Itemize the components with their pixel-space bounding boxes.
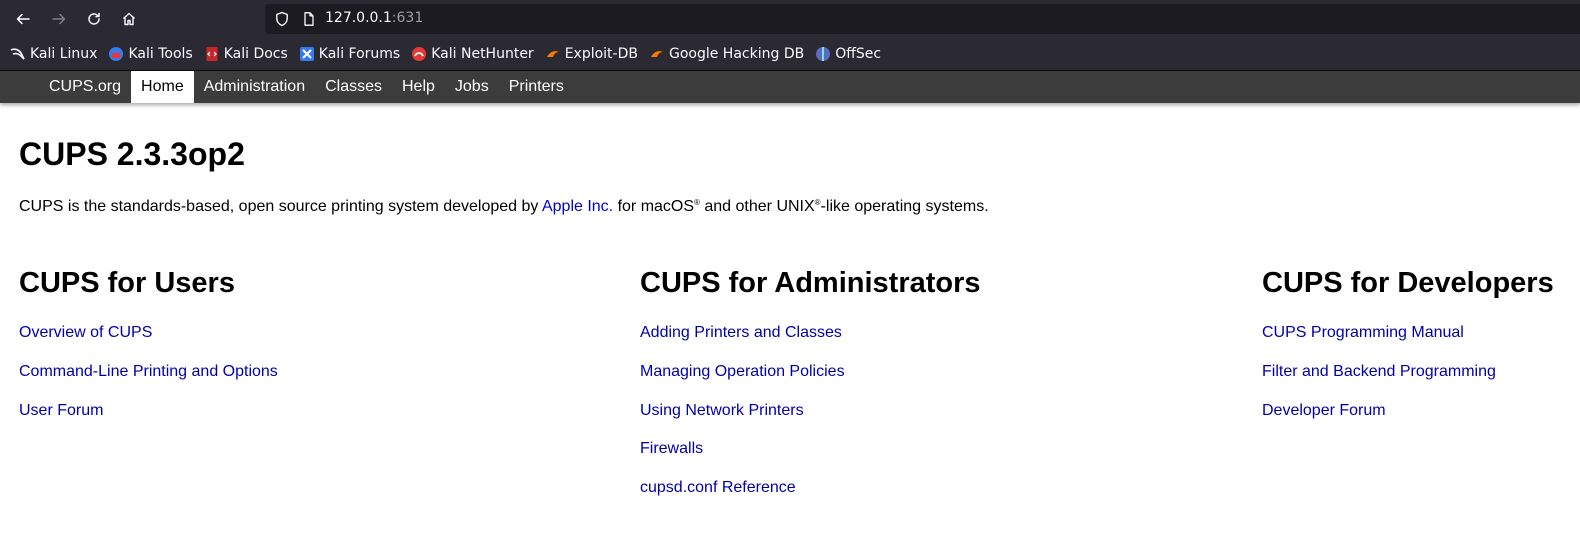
bookmark-label: Kali NetHunter — [431, 46, 534, 62]
bookmark-label: Kali Tools — [128, 46, 193, 62]
cups-nav: CUPS.org Home Administration Classes Hel… — [0, 71, 1580, 103]
administrators-heading: CUPS for Administrators — [640, 267, 981, 299]
intro-mid2: and other UNIX — [699, 198, 815, 215]
link-cupsd-conf[interactable]: cupsd.conf Reference — [640, 479, 796, 496]
nav-home[interactable]: Home — [131, 71, 194, 103]
link-user-forum[interactable]: User Forum — [19, 402, 103, 419]
bookmark-kali-tools[interactable]: Kali Tools — [108, 46, 193, 62]
page-icon[interactable] — [301, 11, 317, 27]
link-network-printers[interactable]: Using Network Printers — [640, 402, 804, 419]
link-overview-of-cups[interactable]: Overview of CUPS — [19, 324, 152, 341]
developers-links: CUPS Programming Manual Filter and Backe… — [1262, 324, 1554, 440]
nav-cups-org[interactable]: CUPS.org — [39, 71, 131, 103]
kali-docs-icon — [206, 47, 218, 61]
bookmark-label: Kali Linux — [30, 46, 98, 62]
columns: CUPS for Users Overview of CUPS Command-… — [19, 252, 1561, 512]
forward-button[interactable] — [44, 4, 74, 34]
list-item: Filter and Backend Programming — [1262, 363, 1554, 402]
list-item: Adding Printers and Classes — [640, 324, 981, 363]
nav-jobs[interactable]: Jobs — [445, 71, 499, 103]
link-firewalls[interactable]: Firewalls — [640, 440, 703, 457]
shield-icon[interactable] — [274, 11, 290, 27]
back-button[interactable] — [8, 4, 38, 34]
home-button[interactable] — [114, 4, 144, 34]
reload-button[interactable] — [79, 4, 109, 34]
kali-dragon-icon — [10, 48, 25, 60]
bookmark-kali-docs[interactable]: Kali Docs — [204, 46, 288, 62]
kali-forums-icon — [299, 47, 314, 61]
link-developer-forum[interactable]: Developer Forum — [1262, 402, 1386, 419]
link-programming-manual[interactable]: CUPS Programming Manual — [1262, 324, 1464, 341]
list-item: Developer Forum — [1262, 402, 1554, 441]
bookmark-kali-linux[interactable]: Kali Linux — [10, 46, 97, 62]
bookmark-label: Exploit-DB — [564, 46, 638, 62]
nav-printers[interactable]: Printers — [499, 71, 574, 103]
administrators-column: CUPS for Administrators Adding Printers … — [640, 252, 981, 518]
nav-classes[interactable]: Classes — [315, 71, 392, 103]
users-heading: CUPS for Users — [19, 267, 235, 299]
bookmark-ghdb[interactable]: Google Hacking DB — [649, 46, 804, 62]
arrow-right-icon — [52, 13, 66, 25]
list-item: Command-Line Printing and Options — [19, 363, 278, 402]
intro-mid: for macOS — [613, 198, 695, 215]
link-filter-backend[interactable]: Filter and Backend Programming — [1262, 363, 1496, 380]
url-host: 127.0.0.1 — [325, 10, 392, 26]
list-item: Firewalls — [640, 440, 981, 479]
list-item: CUPS Programming Manual — [1262, 324, 1554, 363]
bookmark-label: Kali Docs — [223, 46, 288, 62]
nav-help[interactable]: Help — [392, 71, 445, 103]
link-managing-policies[interactable]: Managing Operation Policies — [640, 363, 845, 380]
list-item: Using Network Printers — [640, 402, 981, 441]
bookmark-label: Google Hacking DB — [668, 46, 805, 62]
url-bar[interactable]: 127.0.0.1:631 — [265, 4, 1580, 34]
bookmark-label: OffSec — [835, 46, 882, 62]
url-text[interactable]: 127.0.0.1:631 — [325, 10, 423, 26]
home-icon — [123, 12, 135, 26]
administrators-links: Adding Printers and Classes Managing Ope… — [640, 324, 981, 518]
bookmarks-bar: Kali Linux Kali Tools Kali Docs Kali For… — [0, 38, 1580, 71]
list-item: User Forum — [19, 402, 278, 441]
bookmark-exploit-db[interactable]: Exploit-DB — [545, 46, 638, 62]
reload-icon — [88, 12, 100, 25]
bookmark-label: Kali Forums — [318, 46, 401, 62]
page-title: CUPS 2.3.3op2 — [19, 136, 245, 172]
ghdb-icon — [650, 51, 663, 57]
intro-text: CUPS is the standards-based, open source… — [19, 198, 1561, 216]
browser-toolbar: 127.0.0.1:631 — [0, 0, 1580, 38]
apple-link[interactable]: Apple Inc. — [542, 198, 613, 215]
main-content: CUPS 2.3.3op2 CUPS is the standards-base… — [0, 138, 1580, 512]
kali-nethunter-icon — [412, 47, 427, 61]
users-links: Overview of CUPS Command-Line Printing a… — [19, 324, 278, 440]
developers-column: CUPS for Developers CUPS Programming Man… — [1262, 252, 1554, 440]
intro-before: CUPS is the standards-based, open source… — [19, 198, 542, 215]
offsec-icon — [816, 47, 831, 61]
link-command-line-printing[interactable]: Command-Line Printing and Options — [19, 363, 278, 380]
link-adding-printers[interactable]: Adding Printers and Classes — [640, 324, 842, 341]
list-item: cupsd.conf Reference — [640, 479, 981, 518]
list-item: Managing Operation Policies — [640, 363, 981, 402]
bookmark-kali-nethunter[interactable]: Kali NetHunter — [411, 46, 534, 62]
url-port: :631 — [391, 10, 424, 26]
bookmark-offsec[interactable]: OffSec — [815, 46, 881, 62]
exploit-db-icon — [546, 51, 559, 57]
intro-after: -like operating systems. — [820, 198, 989, 215]
list-item: Overview of CUPS — [19, 324, 278, 363]
users-column: CUPS for Users Overview of CUPS Command-… — [19, 252, 278, 440]
nav-administration[interactable]: Administration — [194, 71, 315, 103]
kali-tools-icon — [109, 47, 124, 61]
developers-heading: CUPS for Developers — [1262, 267, 1554, 299]
bookmark-kali-forums[interactable]: Kali Forums — [299, 46, 400, 62]
arrow-left-icon — [16, 13, 30, 25]
